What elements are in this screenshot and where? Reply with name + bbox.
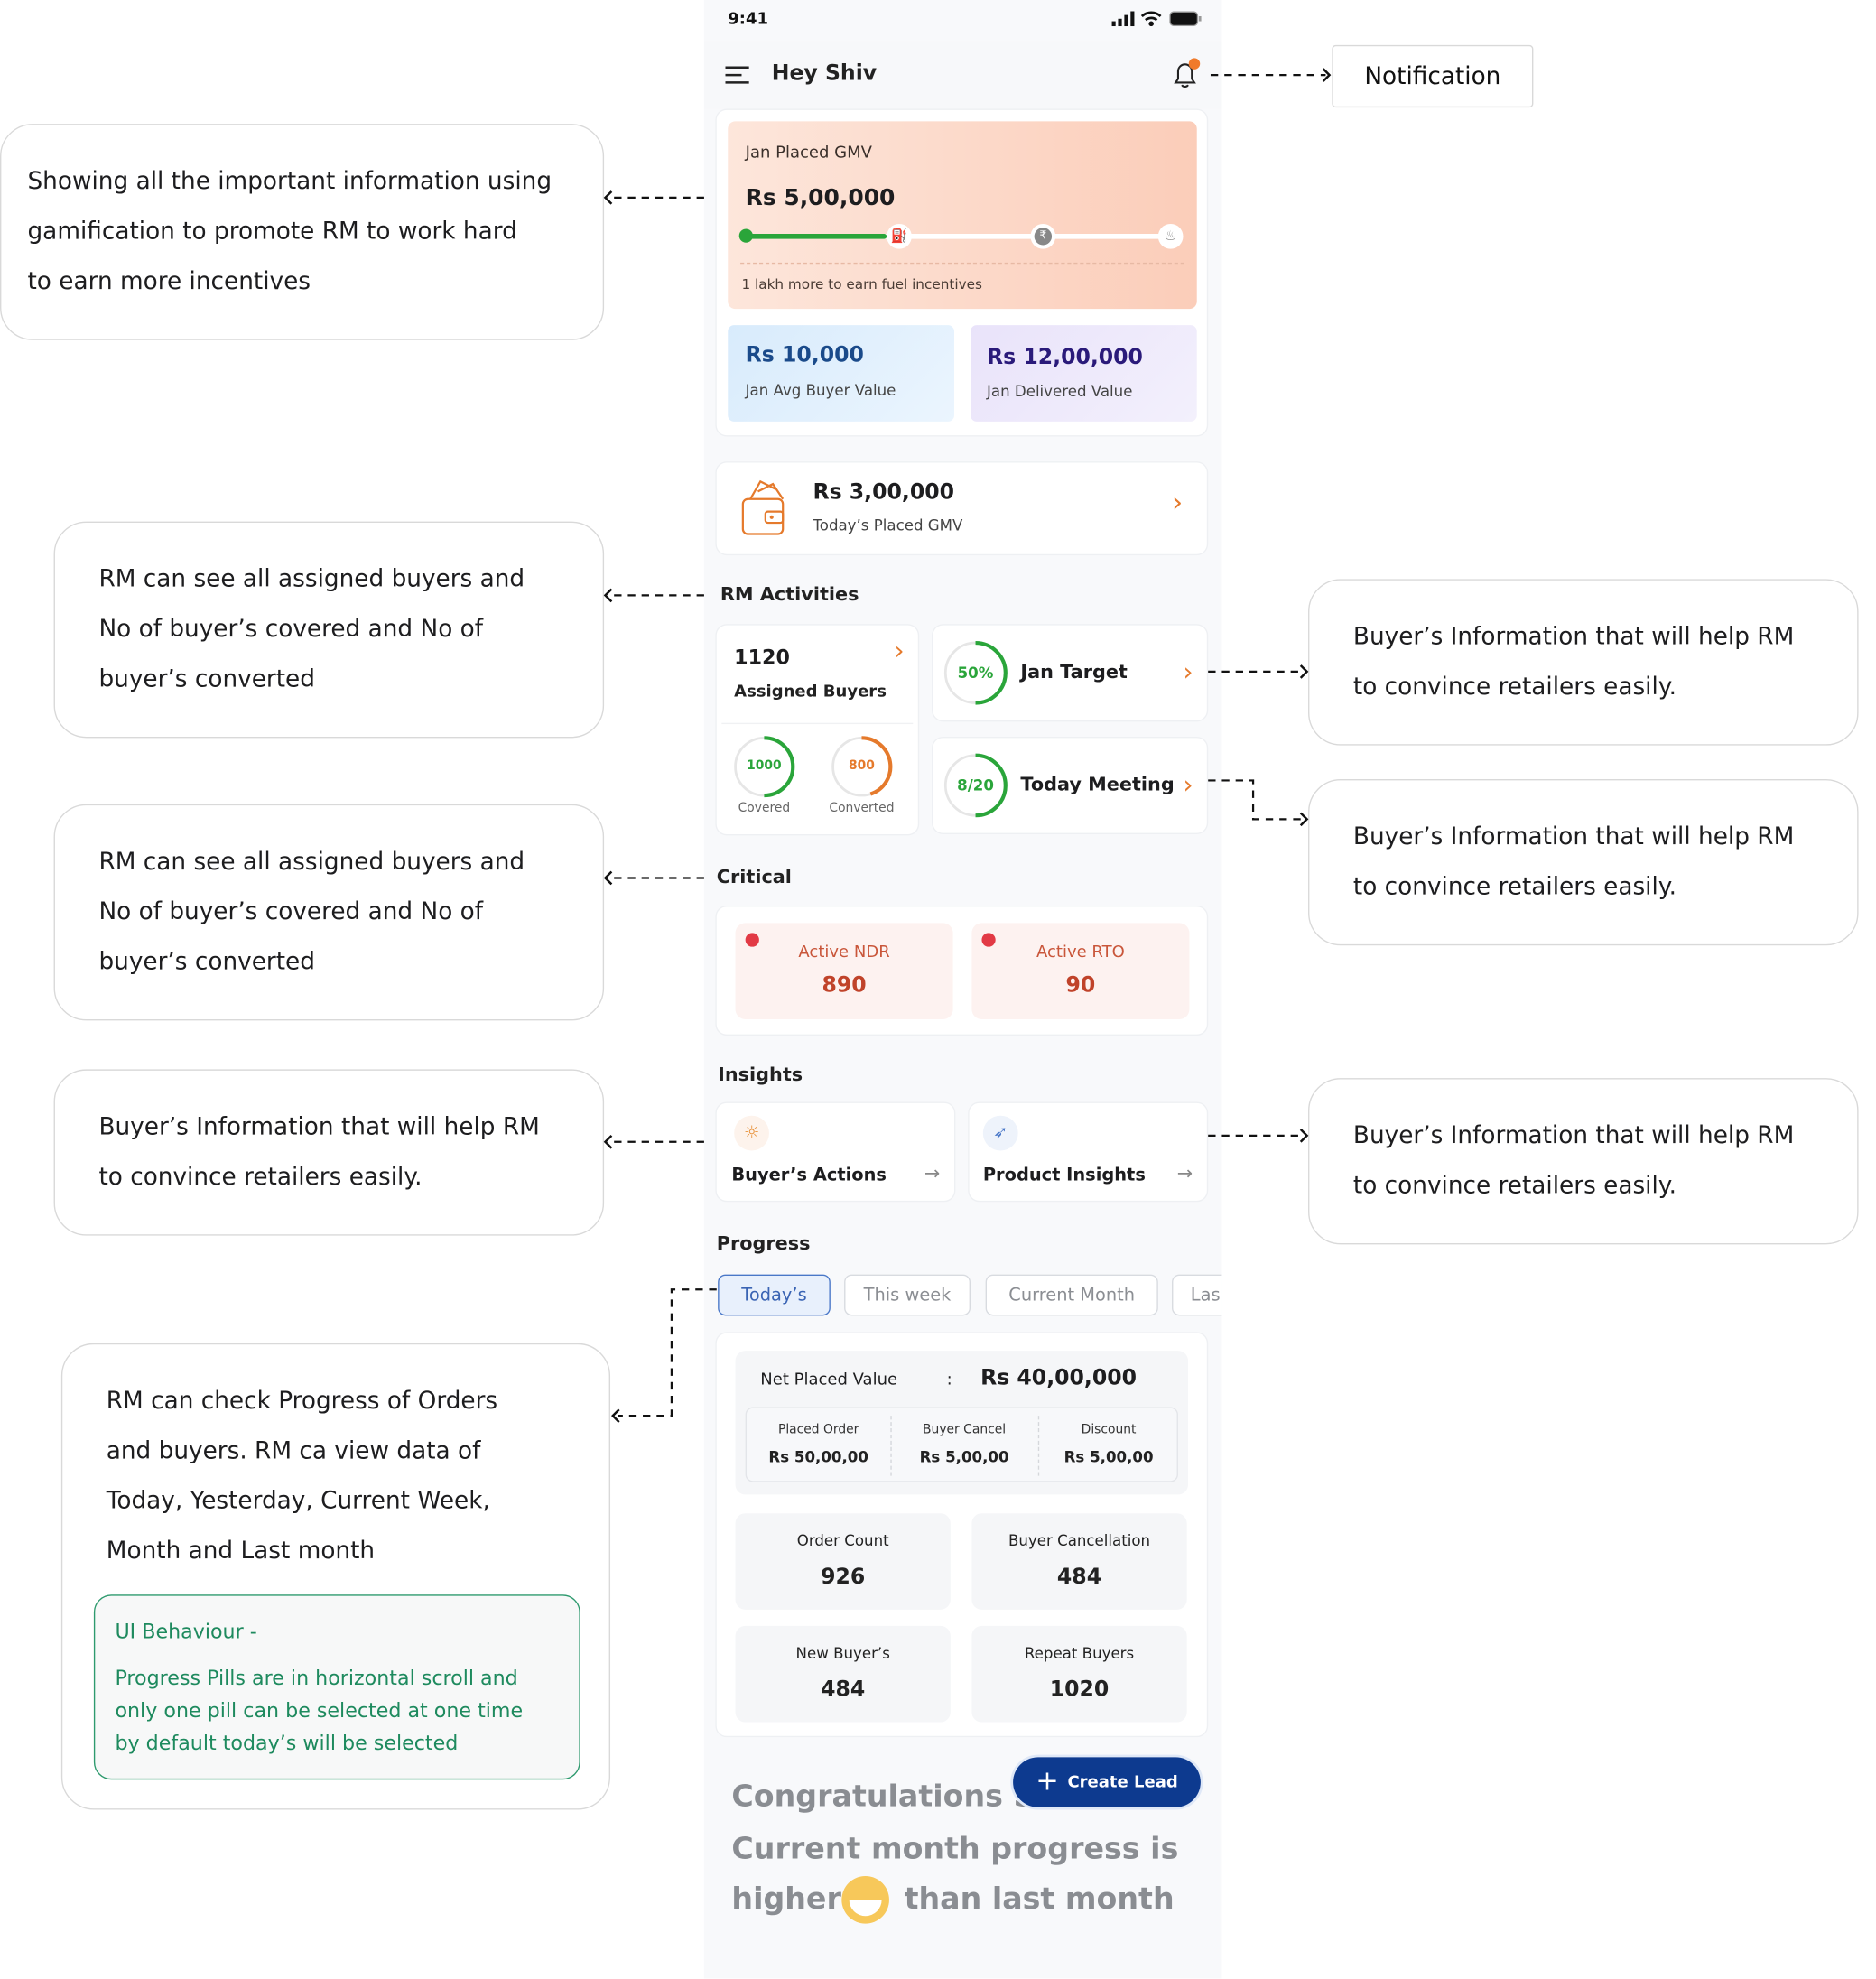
arrowhead-icon	[603, 588, 613, 603]
arrowhead-icon	[603, 1134, 613, 1149]
arrowhead-icon	[603, 190, 613, 205]
arrowhead-icon	[1299, 812, 1309, 827]
arrowhead-icon	[1299, 664, 1309, 679]
arrowhead-icon	[1299, 1129, 1309, 1143]
connector-today-meeting	[1208, 779, 1303, 821]
arrowhead-icon	[603, 870, 613, 886]
connector-progress	[618, 1288, 717, 1417]
connector-lines	[603, 68, 1332, 1423]
